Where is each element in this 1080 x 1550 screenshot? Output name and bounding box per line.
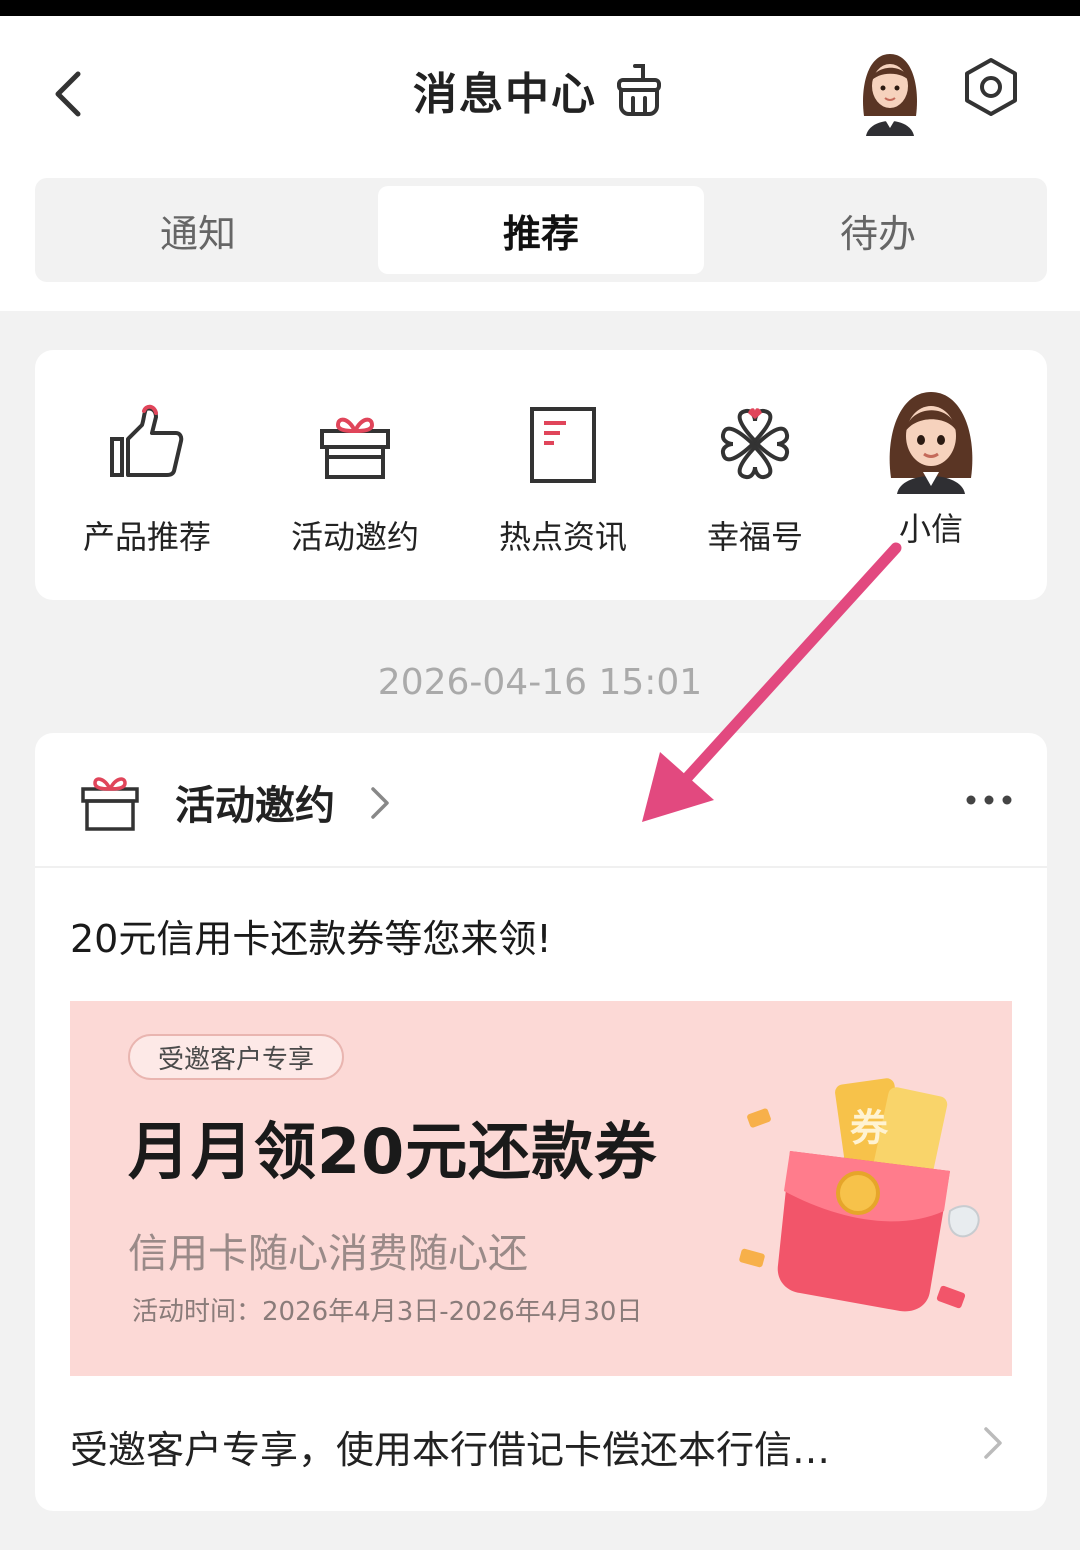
message-footer-link[interactable]: 受邀客户专享，使用本行借记卡偿还本行信… <box>70 1419 1012 1475</box>
thumbs-up-icon <box>110 404 184 477</box>
category-label: 幸福号 <box>706 518 803 556</box>
chevron-right-icon <box>984 1427 1002 1459</box>
category-happiness-account[interactable]: 幸福号 <box>655 394 855 558</box>
promo-banner[interactable]: 受邀客户专享 月月领20元还款券 信用卡随心消费随心还 活动时间：2026年4月… <box>70 1001 1012 1376</box>
assistant-avatar <box>889 392 973 494</box>
clover-heart-icon <box>720 408 790 480</box>
coupon-text: 券 <box>850 1106 889 1150</box>
category-card: 产品推荐 活动邀约 热点资讯 幸福号 小信 <box>35 350 1047 600</box>
banner-period: 活动时间：2026年4月3日-2026年4月30日 <box>132 1297 643 1327</box>
tab-recommended[interactable]: 推荐 <box>378 186 704 274</box>
tab-todo[interactable]: 待办 <box>715 186 1041 274</box>
message-category-title: 活动邀约 <box>175 783 335 829</box>
message-card-header[interactable]: 活动邀约 <box>35 733 1047 868</box>
gift-icon <box>320 417 390 479</box>
tab-notifications[interactable]: 通知 <box>35 186 361 274</box>
banner-subtitle: 信用卡随心消费随心还 <box>128 1231 528 1277</box>
gift-icon <box>81 777 139 831</box>
header: 消息中心 通知 推荐 待办 <box>0 16 1080 311</box>
category-xiaoxin-assistant[interactable]: 小信 <box>831 392 1031 550</box>
category-event-invite[interactable]: 活动邀约 <box>255 394 455 558</box>
more-options-icon[interactable] <box>961 785 1017 815</box>
segmented-tabs: 通知 推荐 待办 <box>35 178 1047 282</box>
page-title: 消息中心 <box>413 69 597 120</box>
avatar[interactable] <box>856 46 924 136</box>
red-envelope-coupon-illustration: 券 <box>739 1078 980 1312</box>
banner-badge: 受邀客户专享 <box>128 1034 345 1080</box>
message-summary: 受邀客户专享，使用本行借记卡偿还本行信… <box>70 1428 831 1472</box>
chevron-right-icon <box>371 787 389 819</box>
document-icon <box>530 407 596 483</box>
clear-broom-icon[interactable] <box>611 62 667 118</box>
settings-hexagon-icon <box>965 58 1017 116</box>
status-bar <box>0 0 1080 16</box>
category-label: 产品推荐 <box>82 518 211 556</box>
category-label: 热点资讯 <box>498 518 627 556</box>
settings-button[interactable] <box>958 54 1024 120</box>
category-product-recommend[interactable]: 产品推荐 <box>47 394 247 558</box>
banner-title: 月月领20元还款券 <box>128 1115 658 1188</box>
message-card[interactable]: 活动邀约 20元信用卡还款券等您来领! 受邀客户专享 月月领20元还款券 信用卡… <box>35 733 1047 1511</box>
message-timestamp: 2026-04-16 15:01 <box>377 662 703 703</box>
category-hot-news[interactable]: 热点资讯 <box>463 394 663 558</box>
message-headline: 20元信用卡还款券等您来领! <box>70 917 552 961</box>
category-label: 小信 <box>898 510 963 548</box>
category-label: 活动邀约 <box>290 518 419 556</box>
